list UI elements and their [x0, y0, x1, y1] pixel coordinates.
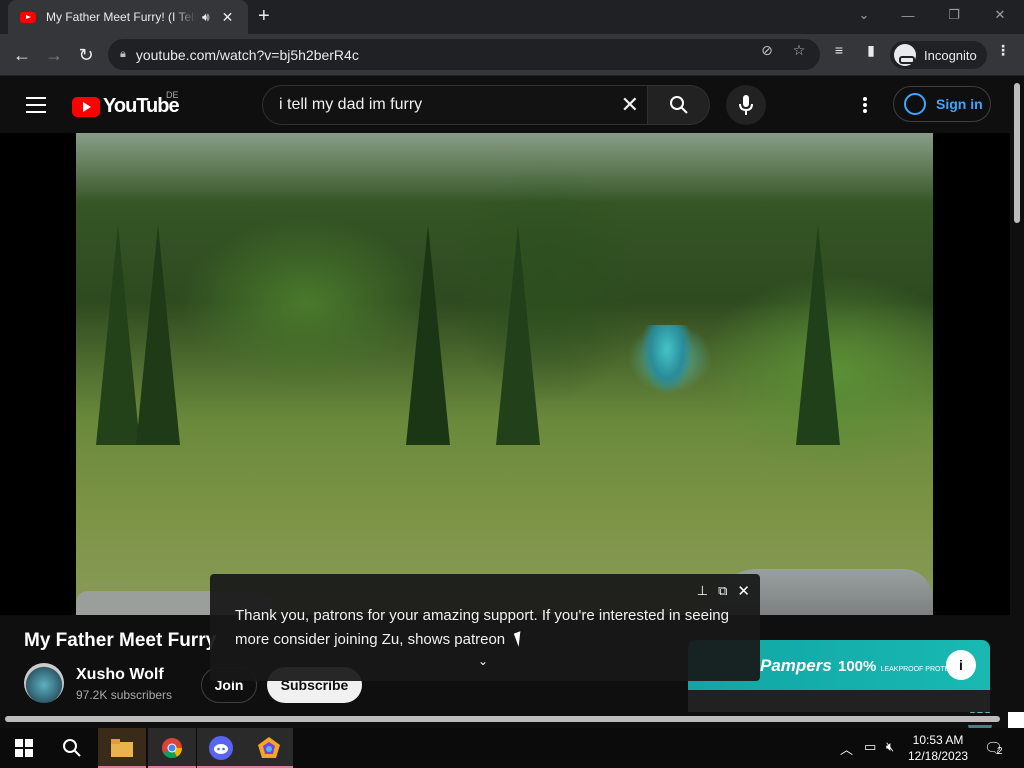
chrome-icon	[162, 738, 183, 759]
file-explorer-button[interactable]	[98, 728, 146, 768]
voice-search-button[interactable]	[726, 85, 766, 125]
incognito-label: Incognito	[924, 47, 977, 63]
back-button[interactable]: ←	[9, 42, 35, 68]
volume-muted-icon[interactable]: 🔇︎	[886, 739, 894, 755]
eye-slash-icon[interactable]: ⊘	[758, 41, 776, 59]
bookmark-star-icon[interactable]: ☆	[790, 41, 808, 59]
forward-button[interactable]: →	[41, 42, 67, 68]
close-window-button[interactable]: ✕	[986, 0, 1014, 30]
video-title: My Father Meet Furry	[24, 630, 217, 651]
youtube-header: YouTube DE i tell my dad im furry ✕	[0, 77, 1010, 133]
discord-button[interactable]	[197, 728, 245, 768]
windows-taskbar: ︿ ▭ 🔇︎ 10:53 AM 12/18/2023 🗨︎ 2	[0, 728, 1024, 768]
search-button[interactable]	[648, 85, 710, 125]
side-panel-icon[interactable]: ▮	[862, 41, 880, 59]
address-bar[interactable]: 🔒︎ youtube.com/watch?v=bj5h2berR4c	[108, 39, 820, 70]
lock-icon[interactable]: 🔒︎	[120, 48, 126, 61]
minimize-button[interactable]: —	[894, 0, 922, 30]
horizontal-scrollbar[interactable]	[0, 713, 1010, 725]
youtube-favicon-icon	[20, 11, 36, 23]
incognito-profile-button[interactable]: Incognito	[890, 41, 987, 69]
windows-logo-icon	[15, 739, 33, 757]
restore-button[interactable]: ❐	[940, 0, 968, 30]
clear-search-icon[interactable]: ✕	[621, 94, 639, 116]
media-queue-icon[interactable]: ≡	[830, 41, 848, 59]
taskbar-search-button[interactable]	[48, 728, 96, 768]
clock-date: 12/18/2023	[908, 749, 969, 763]
browser-toolbar: ← → ↻ 🔒︎ youtube.com/watch?v=bj5h2berR4c…	[0, 34, 1024, 76]
youtube-play-icon	[72, 96, 100, 117]
search-query-text: i tell my dad im furry	[279, 96, 423, 113]
speaker-icon[interactable]: 🔊︎	[202, 10, 210, 25]
url-text: youtube.com/watch?v=bj5h2berR4c	[135, 46, 359, 63]
incognito-icon	[894, 44, 916, 66]
pin-icon[interactable]: ⊥	[697, 583, 708, 599]
search-icon	[669, 96, 688, 114]
show-hidden-icons[interactable]: ︿	[840, 739, 853, 758]
youtube-logo[interactable]: YouTube DE	[72, 90, 180, 118]
system-clock[interactable]: 10:53 AM 12/18/2023	[908, 732, 968, 764]
notification-count: 2	[997, 746, 1003, 757]
microphone-icon	[739, 95, 753, 115]
search-icon	[63, 739, 81, 757]
folder-icon	[111, 739, 133, 757]
network-icon[interactable]: ▭	[864, 739, 876, 755]
browser-tab-strip: My Father Meet Furry! (I Tell 🔊︎ ✕ + ⌄ —…	[0, 0, 1024, 34]
caption-text: Thank you, patrons for your amazing supp…	[235, 607, 729, 648]
new-tab-button[interactable]: +	[258, 6, 270, 26]
subscriber-count: 97.2K subscribers	[76, 688, 173, 702]
windows-start-button[interactable]	[0, 728, 48, 768]
ad-tagline-value: 100%	[838, 658, 877, 675]
popup-controls: ⊥ ⧉ ✕	[697, 582, 750, 600]
video-frame[interactable]	[76, 133, 933, 615]
tab-search-icon[interactable]: ⌄	[850, 0, 878, 30]
video-player[interactable]	[0, 133, 1010, 736]
ad-brand: Pampers	[760, 656, 832, 675]
furry-costume-figure	[641, 325, 693, 395]
pinned-app-button[interactable]	[245, 728, 293, 768]
ad-info-icon[interactable]: i	[946, 650, 976, 680]
browser-tab[interactable]: My Father Meet Furry! (I Tell 🔊︎ ✕	[8, 0, 248, 34]
tab-title: My Father Meet Furry! (I Tell	[46, 10, 196, 24]
discord-icon	[209, 736, 233, 760]
channel-name[interactable]: Xusho Wolf	[76, 666, 164, 684]
expand-icon[interactable]: ⧉	[718, 583, 727, 599]
vertical-scrollbar[interactable]	[1010, 77, 1024, 725]
chrome-button[interactable]	[148, 728, 196, 768]
close-popup-icon[interactable]: ✕	[737, 582, 750, 600]
caption-popup[interactable]: ⊥ ⧉ ✕ Thank you, patrons for your amazin…	[210, 574, 760, 681]
browser-menu-icon[interactable]: ⋮	[994, 41, 1012, 59]
channel-avatar[interactable]	[24, 663, 64, 703]
region-code: DE	[166, 90, 179, 100]
settings-more-icon[interactable]	[860, 95, 870, 115]
clock-time: 10:53 AM	[912, 733, 964, 747]
user-circle-icon	[904, 93, 926, 115]
colorful-app-icon	[258, 737, 280, 758]
close-tab-icon[interactable]: ✕	[222, 9, 234, 26]
search-input[interactable]: i tell my dad im furry ✕	[262, 85, 648, 125]
menu-hamburger-icon[interactable]	[26, 97, 46, 113]
reload-button[interactable]: ↻	[73, 42, 99, 68]
sign-in-button[interactable]: Sign in	[893, 86, 991, 122]
sign-in-label: Sign in	[936, 96, 983, 112]
chevron-down-icon[interactable]: ⌄	[478, 654, 488, 668]
